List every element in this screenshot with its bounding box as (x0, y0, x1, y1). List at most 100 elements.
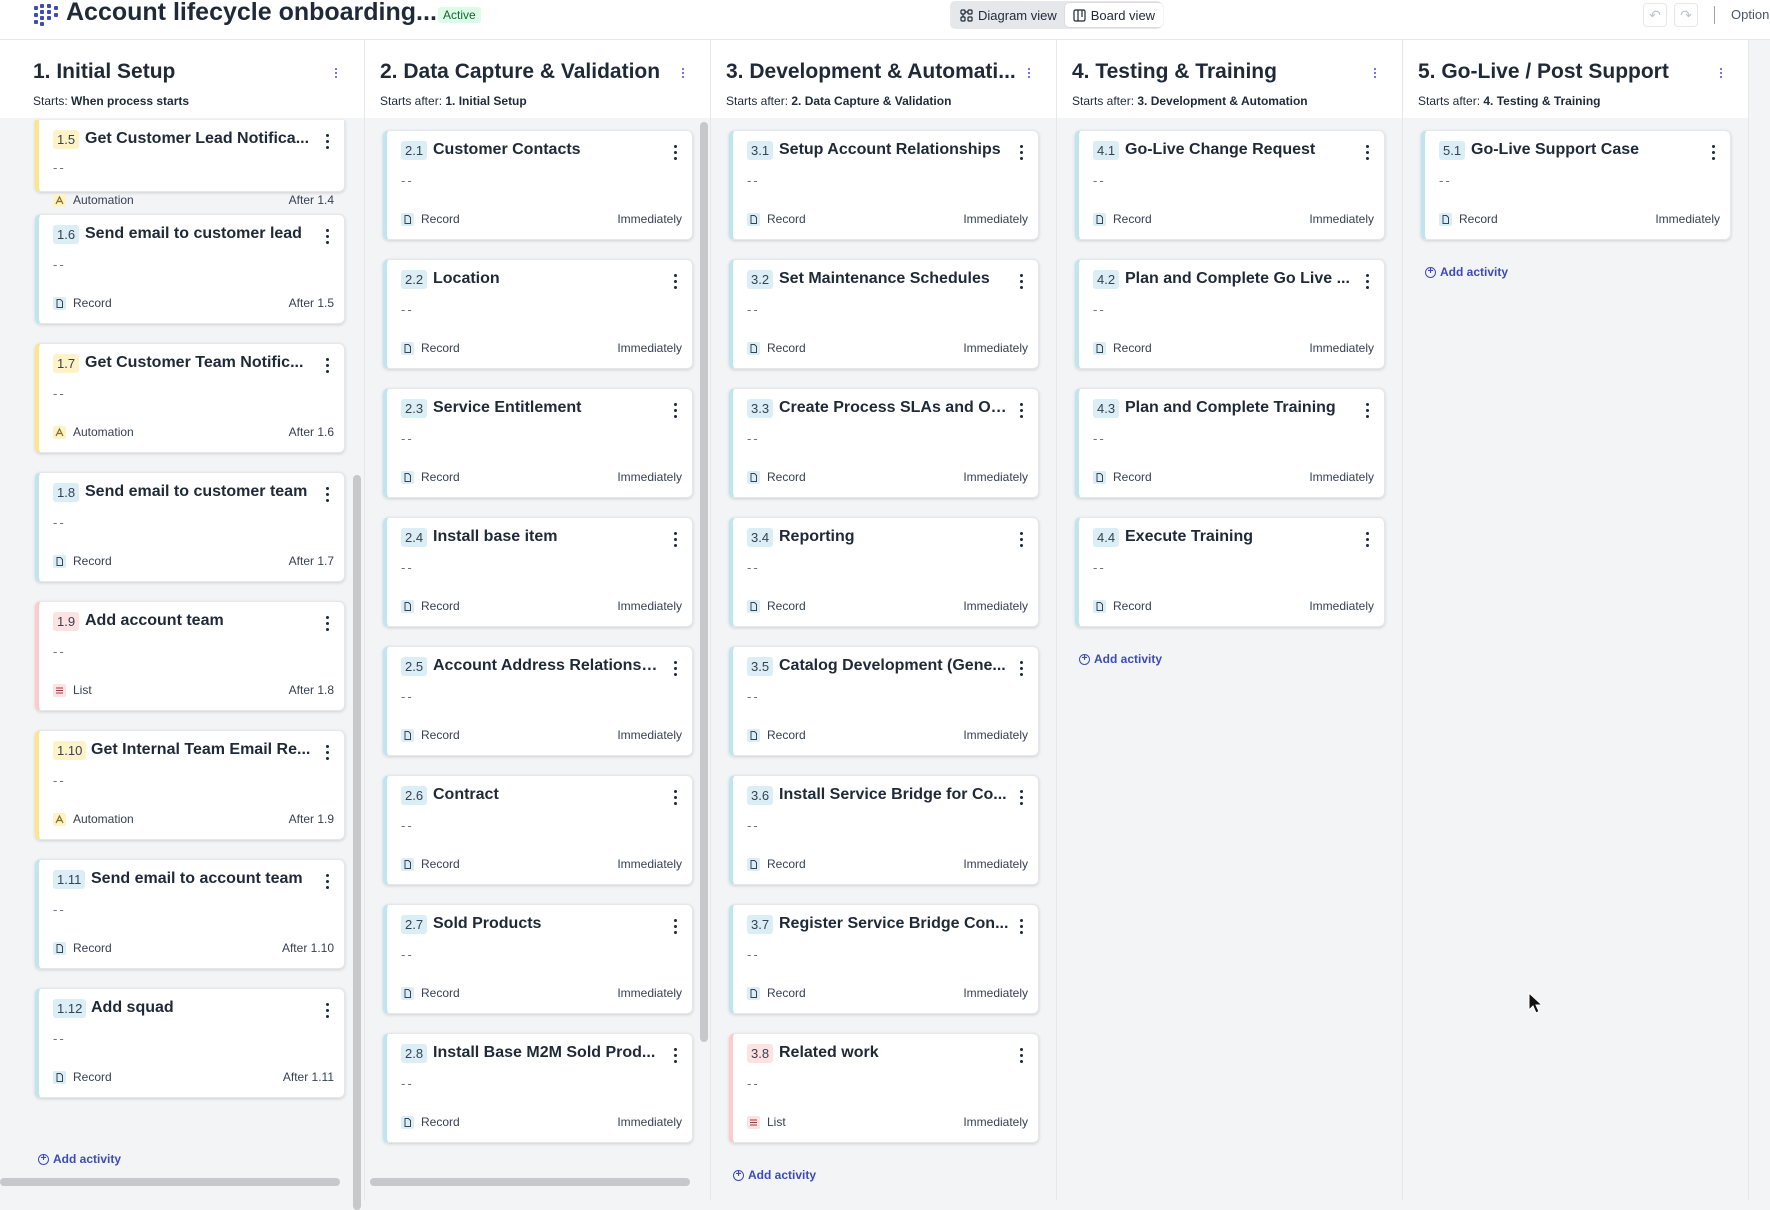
more-options-icon[interactable] (1014, 401, 1028, 419)
activity-timing: After 1.10 (281, 941, 334, 955)
more-options-icon[interactable] (1014, 530, 1028, 548)
more-options-icon[interactable] (1706, 143, 1720, 161)
activity-card-3-6[interactable]: 3.6 Install Service Bridge for Co... -- … (729, 775, 1039, 885)
stage-menu-icon[interactable] (677, 64, 689, 82)
activity-timing: Immediately (963, 857, 1028, 871)
add-activity-button[interactable]: + Add activity (1425, 265, 1508, 279)
stage-menu-icon[interactable] (1023, 64, 1035, 82)
activity-card-3-2[interactable]: 3.2 Set Maintenance Schedules -- Record … (729, 259, 1039, 369)
stage-title: 4. Testing & Training (1072, 60, 1277, 83)
activity-card-1-9[interactable]: 1.9 Add account team -- List After 1.8 (35, 601, 345, 711)
activity-card-3-4[interactable]: 3.4 Reporting -- Record Immediately (729, 517, 1039, 627)
stage-menu-icon[interactable] (1715, 64, 1727, 82)
activity-title: Get Internal Team Email Re... (91, 741, 311, 758)
diagram-view-button[interactable]: Diagram view (952, 3, 1065, 27)
view-toggle: Diagram view Board view (950, 1, 1164, 29)
vertical-scrollbar[interactable] (700, 122, 708, 1042)
activity-description: -- (401, 1076, 414, 1091)
add-activity-button[interactable]: + Add activity (38, 1152, 121, 1166)
horizontal-scrollbar[interactable] (370, 1178, 690, 1186)
activity-card-4-2[interactable]: 4.2 Plan and Complete Go Live ... -- Rec… (1075, 259, 1385, 369)
activity-number: 3.3 (747, 399, 774, 418)
more-options-icon[interactable] (320, 1001, 334, 1019)
activity-title: Go-Live Change Request (1125, 141, 1316, 158)
activity-title: Plan and Complete Go Live ... (1125, 270, 1350, 287)
stage-menu-icon[interactable] (330, 64, 342, 82)
more-options-icon[interactable] (1014, 1046, 1028, 1064)
more-options-icon[interactable] (1014, 917, 1028, 935)
activity-card-2-4[interactable]: 2.4 Install base item -- Record Immediat… (383, 517, 693, 627)
more-options-icon[interactable] (668, 272, 682, 290)
more-options-icon[interactable] (668, 530, 682, 548)
more-options-icon[interactable] (1014, 659, 1028, 677)
activity-description: -- (401, 302, 414, 317)
activity-card-3-7[interactable]: 3.7 Register Service Bridge Con... -- Re… (729, 904, 1039, 1014)
activity-type: Record (767, 212, 806, 226)
activity-card-1-11[interactable]: 1.11 Send email to account team -- Recor… (35, 859, 345, 969)
activity-number: 2.7 (401, 915, 428, 934)
more-options-icon[interactable] (320, 614, 334, 632)
undo-icon: ↶ (1649, 6, 1661, 23)
board: 1. Initial Setup Starts: When process st… (0, 40, 1770, 1210)
more-options-icon[interactable] (668, 143, 682, 161)
vertical-scrollbar[interactable] (353, 475, 361, 1210)
more-options-icon[interactable] (1014, 143, 1028, 161)
activity-card-4-4[interactable]: 4.4 Execute Training -- Record Immediate… (1075, 517, 1385, 627)
add-activity-button[interactable]: + Add activity (1079, 652, 1162, 666)
add-activity-button[interactable]: + Add activity (733, 1168, 816, 1182)
activity-number: 3.2 (747, 270, 774, 289)
undo-button[interactable]: ↶ (1643, 3, 1667, 27)
redo-icon: ↷ (1680, 6, 1692, 23)
more-options-icon[interactable] (320, 132, 334, 150)
activity-card-2-6[interactable]: 2.6 Contract -- Record Immediately (383, 775, 693, 885)
more-options-icon[interactable] (668, 659, 682, 677)
activity-card-1-6[interactable]: 1.6 Send email to customer lead -- Recor… (35, 214, 345, 324)
activity-number: 2.5 (401, 657, 428, 676)
activity-card-2-3[interactable]: 2.3 Service Entitlement -- Record Immedi… (383, 388, 693, 498)
activity-card-2-5[interactable]: 2.5 Account Address Relationship -- Reco… (383, 646, 693, 756)
more-options-icon[interactable] (1360, 272, 1374, 290)
more-options-icon[interactable] (320, 743, 334, 761)
activity-card-3-1[interactable]: 3.1 Setup Account Relationships -- Recor… (729, 130, 1039, 240)
activity-card-2-7[interactable]: 2.7 Sold Products -- Record Immediately (383, 904, 693, 1014)
more-options-icon[interactable] (1014, 272, 1028, 290)
activity-card-3-3[interactable]: 3.3 Create Process SLAs and Off... -- Re… (729, 388, 1039, 498)
activity-card-1-5[interactable]: 1.5 Get Customer Lead Notifica... -- Aut… (35, 120, 345, 207)
board-view-button[interactable]: Board view (1064, 3, 1164, 27)
more-options-icon[interactable] (1360, 401, 1374, 419)
activity-card-1-8[interactable]: 1.8 Send email to customer team -- Recor… (35, 472, 345, 582)
activity-card-3-5[interactable]: 3.5 Catalog Development (Gene... -- Reco… (729, 646, 1039, 756)
horizontal-scrollbar[interactable] (0, 1178, 340, 1186)
more-options-icon[interactable] (1014, 788, 1028, 806)
activity-card-4-3[interactable]: 4.3 Plan and Complete Training -- Record… (1075, 388, 1385, 498)
more-options-icon[interactable] (1360, 143, 1374, 161)
activity-card-5-1[interactable]: 5.1 Go-Live Support Case -- Record Immed… (1421, 130, 1731, 240)
activity-card-2-1[interactable]: 2.1 Customer Contacts -- Record Immediat… (383, 130, 693, 240)
activity-timing: Immediately (963, 341, 1028, 355)
more-options-icon[interactable] (1360, 530, 1374, 548)
activity-card-2-2[interactable]: 2.2 Location -- Record Immediately (383, 259, 693, 369)
activity-type: Record (421, 857, 460, 871)
more-options-icon[interactable] (668, 917, 682, 935)
activity-card-3-8[interactable]: 3.8 Related work -- List Immediately (729, 1033, 1039, 1143)
redo-button[interactable]: ↷ (1674, 3, 1698, 27)
more-options-icon[interactable] (320, 485, 334, 503)
options-link[interactable]: Option (1731, 7, 1769, 22)
more-options-icon[interactable] (320, 872, 334, 890)
more-options-icon[interactable] (668, 788, 682, 806)
stage-menu-icon[interactable] (1369, 64, 1381, 82)
more-options-icon[interactable] (668, 401, 682, 419)
activity-card-1-10[interactable]: 1.10 Get Internal Team Email Re... -- Au… (35, 730, 345, 840)
activity-card-2-8[interactable]: 2.8 Install Base M2M Sold Prod... -- Rec… (383, 1033, 693, 1143)
activity-description: -- (53, 257, 66, 272)
activity-card-1-12[interactable]: 1.12 Add squad -- Record After 1.11 (35, 988, 345, 1098)
add-activity-label: Add activity (748, 1168, 817, 1182)
activity-card-1-7[interactable]: 1.7 Get Customer Team Notific... -- Auto… (35, 343, 345, 453)
more-options-icon[interactable] (320, 356, 334, 374)
more-options-icon[interactable] (668, 1046, 682, 1064)
activity-description: -- (747, 818, 760, 833)
more-options-icon[interactable] (320, 227, 334, 245)
activity-card-4-1[interactable]: 4.1 Go-Live Change Request -- Record Imm… (1075, 130, 1385, 240)
activity-type: Record (421, 728, 460, 742)
activity-number: 1.11 (53, 870, 86, 889)
